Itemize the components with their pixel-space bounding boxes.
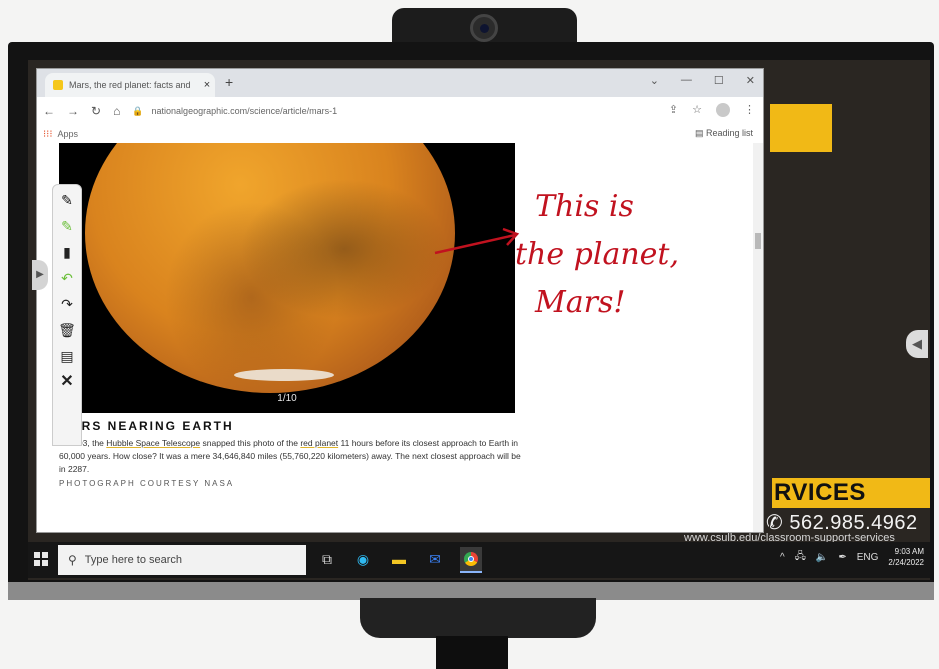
caption-body: In 2003, the Hubble Space Telescope snap… [59,437,529,476]
annotation-arrow [434,227,520,255]
profile-icon[interactable] [716,103,730,117]
pen-toolbar: ✎ ✎ ▮ ↶ ↷ 🗑 ▤ ✕ [52,184,82,446]
toolbar-actions: ⇪ ☆ ⋮ [669,103,755,117]
hubble-link[interactable]: Hubble Space Telescope [106,438,200,448]
red-planet-link[interactable]: red planet [300,438,338,448]
background-slide-accent [770,104,832,152]
annotation-line-2: the planet, [515,237,680,272]
back-button[interactable]: ← [43,104,55,118]
side-panel-toggle-icon[interactable]: ◀ [906,330,928,358]
browser-toolbar: ← → ↻ ⌂ 🔒 nationalgeographic.com/science… [37,97,763,125]
scrollbar[interactable] [753,143,763,532]
clock-date: 2/24/2022 [888,558,924,567]
annotation-line-3: Mars! [535,285,626,320]
reading-list-icon: ▤ [694,128,706,138]
desktop-screen: RVICES ✆ 562.985.4962 www.csulb.edu/clas… [28,60,930,580]
handwritten-annotation: This is the planet, Mars! [515,183,735,327]
share-icon[interactable]: ⇪ [669,103,678,117]
search-icon: ⚲ [68,553,77,567]
background-services-title: RVICES [772,478,930,508]
webcam-lens [470,14,498,42]
tray-chevron-icon[interactable]: ^ [780,552,785,563]
chrome-icon[interactable] [460,547,482,573]
page-content: 1/10 This is the planet, Mars! MARS NEAR… [37,143,763,532]
mars-photo [85,143,455,393]
task-view-icon[interactable]: ⧉ [316,547,338,571]
mars-ice-cap [234,369,334,381]
mail-icon[interactable]: ✉ [424,547,446,571]
tab-bar: Mars, the red planet: facts and × + ⌄ — … [37,69,763,97]
forward-button[interactable]: → [67,104,79,118]
reading-list-label: Reading list [705,128,753,138]
redo-icon[interactable]: ↷ [58,295,76,313]
browser-window: Mars, the red planet: facts and × + ⌄ — … [36,68,764,533]
bookmarks-bar: ⁝⁝⁝ Apps ▤ Reading list [37,125,763,144]
left-panel-toggle-icon[interactable]: ▶ [32,260,48,290]
bookmark-apps[interactable]: Apps [58,129,79,139]
star-icon[interactable]: ☆ [692,103,702,117]
pen-workspace-icon[interactable]: ✒ [838,552,846,563]
reading-list-button[interactable]: ▤ Reading list [695,128,753,139]
trash-icon[interactable]: 🗑 [58,321,76,339]
volume-icon[interactable]: 🔈 [816,552,828,563]
scrollbar-thumb[interactable] [755,233,761,249]
natgeo-favicon-icon [53,80,63,90]
home-button[interactable]: ⌂ [113,104,120,118]
close-window-button[interactable]: ✕ [746,74,755,87]
reload-button[interactable]: ↻ [91,104,101,118]
system-tray: ^ 🖧 🔈 ✒ ENG 9:03 AM 2/24/2022 [780,546,924,568]
windows-start-icon[interactable] [34,552,48,566]
network-icon[interactable]: 🖧 [795,549,806,566]
clock-time: 9:03 AM [894,547,924,556]
monitor-stand-neck [436,636,508,669]
search-placeholder: Type here to search [84,554,183,566]
taskbar-apps: ⧉ ◉ ▬ ✉ [316,547,482,573]
annotation-line-1: This is [535,189,634,224]
close-icon[interactable]: ✕ [58,373,76,391]
eraser-icon[interactable]: ▮ [58,243,76,261]
photo-credit: PHOTOGRAPH COURTESY NASA [59,479,235,488]
address-url: nationalgeographic.com/science/article/m… [151,106,338,116]
taskbar-search-input[interactable]: ⚲ Type here to search [58,545,306,575]
tab-search-icon[interactable]: ⌄ [650,74,659,87]
window-controls: ⌄ — ☐ ✕ [650,74,755,87]
file-explorer-icon[interactable]: ▬ [388,547,410,571]
slide-counter: 1/10 [277,393,297,404]
apps-grid-icon[interactable]: ⁝⁝⁝ [43,129,53,140]
tab-title: Mars, the red planet: facts and [69,80,191,90]
caption-text: snapped this photo of the [200,438,301,448]
tab-close-icon[interactable]: × [199,79,215,91]
tab-mars-article[interactable]: Mars, the red planet: facts and × [45,73,215,97]
maximize-button[interactable]: ☐ [714,74,724,87]
monitor-stand [360,598,596,638]
photo-caption: MARS NEARING EARTH In 2003, the Hubble S… [59,419,529,488]
undo-icon[interactable]: ↶ [58,269,76,287]
edge-icon[interactable]: ◉ [352,547,374,571]
new-tab-button[interactable]: + [225,74,233,90]
save-icon[interactable]: ▤ [58,347,76,365]
black-pen-icon[interactable]: ✎ [58,191,76,209]
address-bar[interactable]: 🔒 nationalgeographic.com/science/article… [132,101,652,121]
photo-slide[interactable]: 1/10 [59,143,515,413]
language-indicator[interactable]: ENG [857,552,879,563]
menu-icon[interactable]: ⋮ [744,103,755,117]
phone-icon: ✆ [766,512,790,534]
minimize-button[interactable]: — [681,74,692,87]
green-highlighter-icon[interactable]: ✎ [58,217,76,235]
clock[interactable]: 9:03 AM 2/24/2022 [888,546,924,568]
phone-number: 562.985.4962 [789,512,918,534]
caption-title: MARS NEARING EARTH [59,419,234,433]
lock-icon: 🔒 [132,105,144,116]
windows-taskbar: ⚲ Type here to search ⧉ ◉ ▬ ✉ ^ 🖧 🔈 ✒ EN… [28,542,930,578]
